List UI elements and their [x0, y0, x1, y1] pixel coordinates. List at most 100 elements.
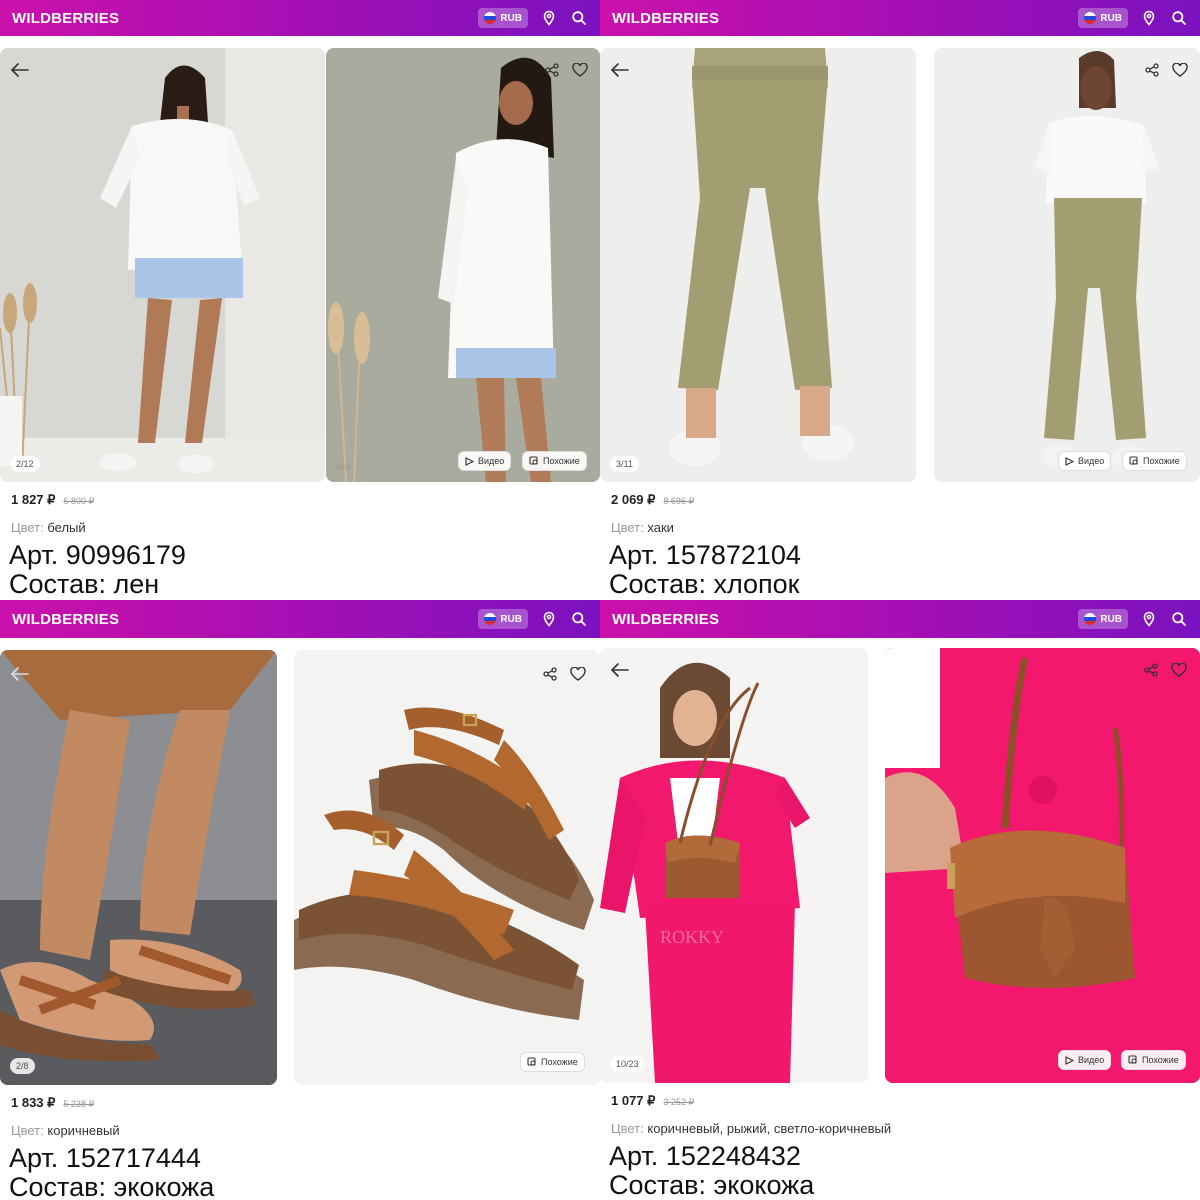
color-row: Цвет: коричневый, рыжий, светло-коричнев…: [611, 1121, 891, 1136]
location-pin-icon[interactable]: [540, 610, 558, 628]
composition: Состав: хлопок: [609, 569, 800, 599]
photo-counter: 2/8: [10, 1058, 35, 1074]
share-icon[interactable]: [1142, 60, 1162, 80]
app-logo[interactable]: WILDBERRIES: [612, 611, 719, 628]
similar-icon: [529, 456, 538, 465]
color-row: Цвет: коричневый: [11, 1123, 120, 1138]
trousers-back-photo: [934, 48, 1200, 482]
russia-flag-icon: [1084, 12, 1097, 24]
header-bar: WILDBERRIES RUB: [600, 600, 1200, 638]
bag-model-photo: ROKKY: [600, 648, 868, 1083]
favorite-heart-icon[interactable]: [568, 664, 588, 684]
current-price: 1 077 ₽: [611, 1093, 656, 1108]
product-photo-secondary[interactable]: Видео Похожие: [885, 648, 1200, 1083]
location-pin-icon[interactable]: [1140, 9, 1158, 27]
product-photo-secondary[interactable]: WB Видео Похожие: [326, 48, 600, 482]
old-price: 5 238 ₽: [63, 1099, 95, 1109]
currency-selector[interactable]: RUB: [1078, 8, 1128, 28]
current-price: 1 827 ₽: [11, 492, 56, 507]
video-label: Видео: [478, 456, 505, 466]
similar-label: Похожие: [543, 456, 580, 466]
header-bar: WILDBERRIES RUB: [0, 600, 600, 638]
similar-button[interactable]: Похожие: [520, 1052, 585, 1072]
play-icon: [1065, 456, 1074, 466]
shirt-model-photo: [0, 48, 325, 482]
currency-label: RUB: [1100, 12, 1122, 24]
current-price: 2 069 ₽: [611, 492, 656, 507]
video-button[interactable]: Видео: [1058, 1050, 1112, 1070]
play-icon: [465, 456, 474, 466]
similar-button[interactable]: Похожие: [1122, 451, 1187, 471]
color-row: Цвет: хаки: [611, 520, 674, 535]
search-icon[interactable]: [1170, 610, 1188, 628]
app-logo[interactable]: WILDBERRIES: [612, 10, 719, 27]
search-icon[interactable]: [570, 9, 588, 27]
price-row: 1 827 ₽ 6 800 ₽: [11, 492, 94, 508]
price-row: 1 077 ₽ 3 252 ₽: [611, 1093, 694, 1109]
currency-selector[interactable]: RUB: [478, 609, 528, 629]
share-icon[interactable]: [542, 60, 562, 80]
back-arrow-icon[interactable]: [10, 60, 30, 80]
favorite-heart-icon[interactable]: [1170, 60, 1190, 80]
video-button[interactable]: Видео: [458, 451, 512, 471]
color-value: коричневый: [47, 1123, 120, 1138]
currency-label: RUB: [500, 613, 522, 625]
color-row: Цвет: белый: [11, 520, 86, 535]
photo-watermark: WB: [336, 462, 351, 472]
article-number: Арт. 152248432: [609, 1141, 801, 1171]
product-photo-main[interactable]: 2/8: [0, 650, 277, 1085]
share-icon[interactable]: [540, 664, 560, 684]
search-icon[interactable]: [570, 610, 588, 628]
russia-flag-icon: [484, 613, 497, 625]
currency-selector[interactable]: RUB: [1078, 609, 1128, 629]
favorite-heart-icon[interactable]: [1169, 660, 1189, 680]
video-label: Видео: [1078, 456, 1105, 466]
back-arrow-icon[interactable]: [610, 60, 630, 80]
bag-closeup-photo: [885, 648, 1200, 1083]
composition: Состав: экокожа: [9, 1172, 215, 1200]
product-photo-main[interactable]: ROKKY 10/23: [600, 648, 868, 1083]
color-value: белый: [47, 520, 86, 535]
location-pin-icon[interactable]: [1140, 610, 1158, 628]
product-panel-shirt: WILDBERRIES RUB 2/12 WB Видео Похожие 1 …: [0, 0, 600, 600]
similar-button[interactable]: Похожие: [1121, 1050, 1186, 1070]
currency-label: RUB: [1100, 613, 1122, 625]
location-pin-icon[interactable]: [540, 9, 558, 27]
color-value: хаки: [647, 520, 674, 535]
article-number: Арт. 152717444: [9, 1143, 201, 1173]
share-icon[interactable]: [1141, 660, 1161, 680]
video-label: Видео: [1078, 1055, 1105, 1065]
currency-selector[interactable]: RUB: [478, 8, 528, 28]
favorite-heart-icon[interactable]: [570, 60, 590, 80]
similar-label: Похожие: [1143, 456, 1180, 466]
similar-button[interactable]: Похожие: [522, 451, 587, 471]
app-logo[interactable]: WILDBERRIES: [12, 611, 119, 628]
back-arrow-icon[interactable]: [610, 660, 630, 680]
similar-icon: [1128, 1055, 1137, 1064]
color-label: Цвет:: [11, 520, 44, 535]
product-panel-trousers: WILDBERRIES RUB 3/11 Видео Похожие 2 069…: [600, 0, 1200, 600]
sandals-on-feet-photo: [0, 650, 277, 1085]
price-row: 1 833 ₽ 5 238 ₽: [11, 1095, 94, 1111]
old-price: 8 696 ₽: [663, 496, 695, 506]
article-number: Арт. 157872104: [609, 540, 801, 570]
header-bar: WILDBERRIES RUB: [0, 0, 600, 36]
russia-flag-icon: [484, 12, 497, 24]
screenshot-collage: WILDBERRIES RUB 2/12 WB Видео Похожие 1 …: [0, 0, 1200, 1200]
photo-counter: 10/23: [610, 1056, 645, 1072]
photo-counter: 3/11: [610, 456, 639, 472]
app-logo[interactable]: WILDBERRIES: [12, 10, 119, 27]
video-button[interactable]: Видео: [1058, 451, 1112, 471]
product-photo-main[interactable]: 3/11: [600, 48, 916, 482]
product-photo-secondary[interactable]: Похожие: [294, 650, 600, 1085]
color-label: Цвет:: [611, 520, 644, 535]
search-icon[interactable]: [1170, 9, 1188, 27]
product-photo-secondary[interactable]: Видео Похожие: [934, 48, 1200, 482]
product-photo-main[interactable]: 2/12: [0, 48, 325, 482]
price-row: 2 069 ₽ 8 696 ₽: [611, 492, 694, 508]
similar-icon: [1129, 456, 1138, 465]
back-arrow-icon[interactable]: [10, 664, 30, 684]
trousers-front-photo: [600, 48, 916, 482]
shirt-side-photo: [326, 48, 600, 482]
old-price: 3 252 ₽: [663, 1097, 695, 1107]
